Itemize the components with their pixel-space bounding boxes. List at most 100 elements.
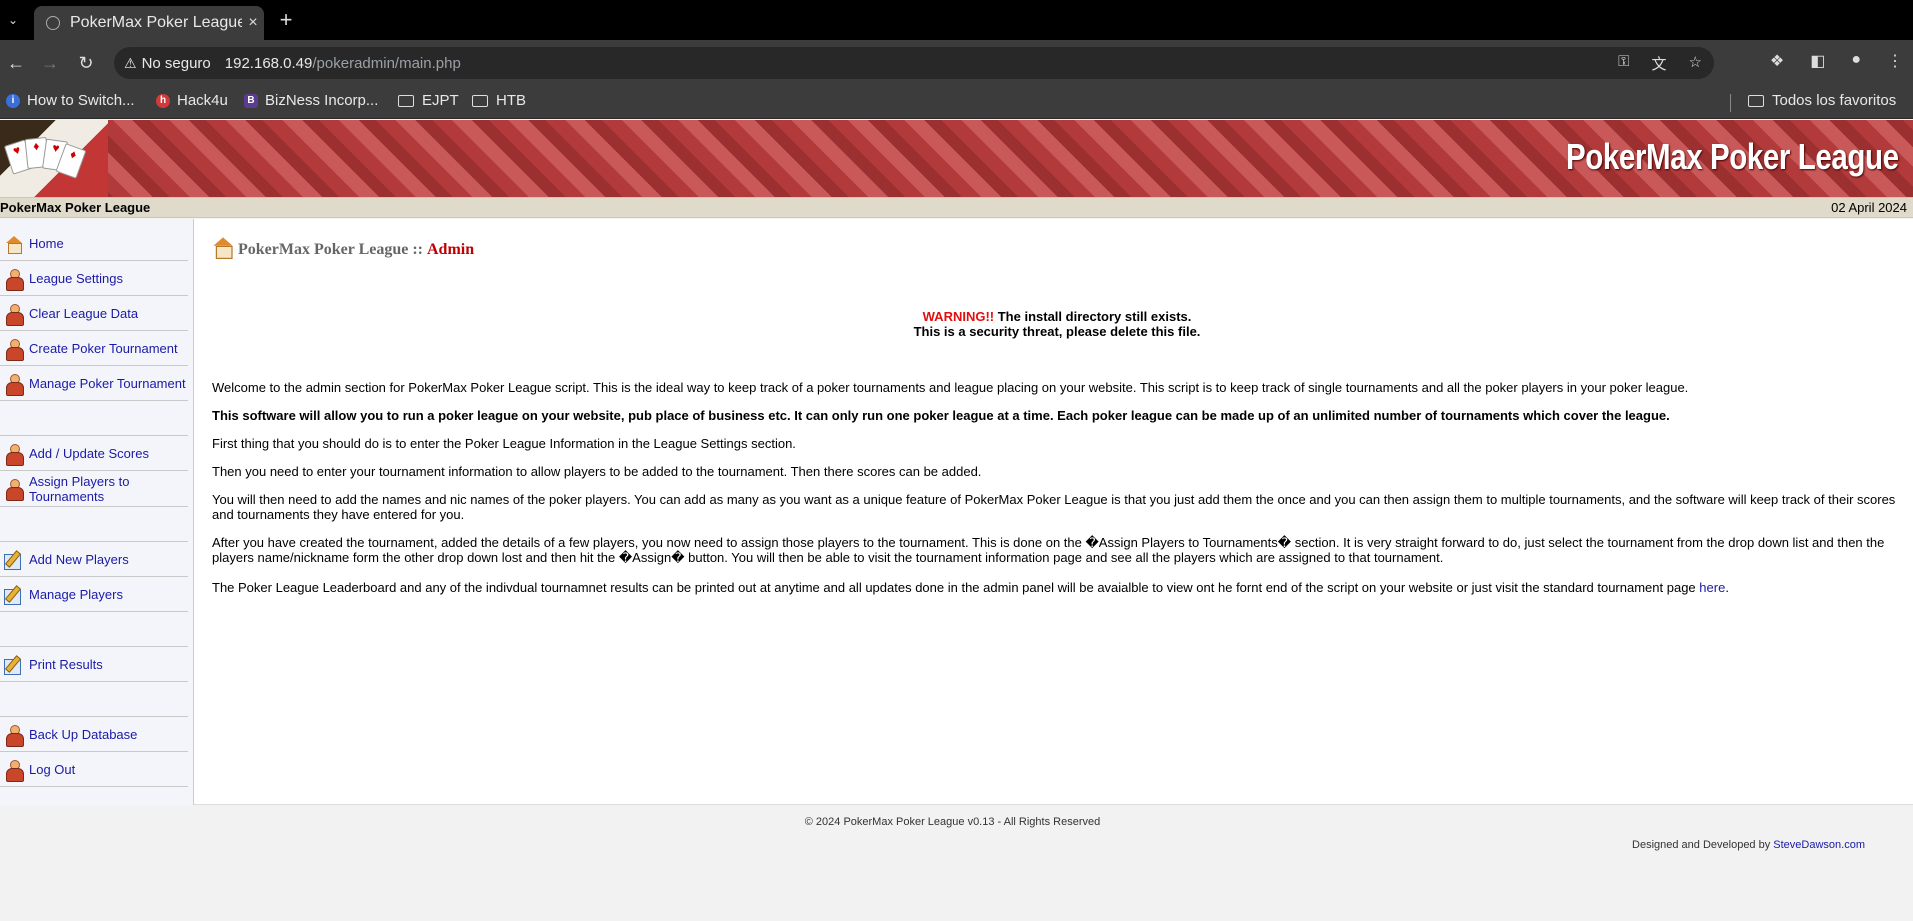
- designer-link[interactable]: SteveDawson.com: [1773, 839, 1865, 851]
- sidebar-item-log-out[interactable]: Log Out: [0, 753, 188, 787]
- bookmark-label: Todos los favoritos: [1772, 92, 1897, 109]
- url-host: 192.168.0.49: [224, 54, 313, 72]
- sidebar-item-add-update-scores[interactable]: Add / Update Scores: [0, 437, 188, 471]
- edit-icon: [4, 585, 24, 605]
- sidebar-link[interactable]: Back Up Database: [29, 727, 137, 742]
- sidebar-link[interactable]: League Settings: [29, 271, 123, 286]
- print-paragraph-end: .: [1725, 580, 1729, 595]
- key-icon[interactable]: ⚿: [1618, 53, 1629, 74]
- sidebar-item-print-results[interactable]: Print Results: [0, 648, 188, 682]
- user-icon: [5, 724, 24, 747]
- omnibox-actions: ⚿ 文 ☆: [1618, 53, 1702, 74]
- security-indicator[interactable]: ⚠ No seguro: [124, 55, 225, 72]
- bookmarks-bar: i How to Switch... h Hack4u B BizNess In…: [0, 86, 1913, 119]
- sidebar-item-home[interactable]: Home: [0, 227, 188, 261]
- sidebar-link[interactable]: Home: [29, 236, 64, 251]
- tournament-page-link[interactable]: here: [1699, 580, 1725, 595]
- edit-icon: [4, 655, 24, 675]
- sidebar-spacer: [0, 613, 188, 647]
- bookmark-item[interactable]: B BizNess Incorp...: [244, 92, 378, 109]
- poker-cards-image: ♥ ♦ ♥ ♦: [0, 120, 108, 197]
- warning-line2: This is a security threat, please delete…: [913, 324, 1201, 339]
- sidebar-item-league-settings[interactable]: League Settings: [0, 262, 188, 296]
- browser-tab[interactable]: PokerMax Poker League ×: [34, 6, 264, 40]
- bookmark-favicon-icon: h: [156, 93, 170, 108]
- forward-arrow-icon[interactable]: →: [38, 51, 62, 75]
- tab-search-chevron-icon[interactable]: ⌄: [2, 8, 24, 32]
- sidebar-link[interactable]: Print Results: [29, 657, 103, 672]
- banner-title: PokerMax Poker League: [1566, 136, 1899, 177]
- bookmark-folder[interactable]: HTB: [472, 92, 526, 109]
- profile-icon[interactable]: ●: [1851, 51, 1861, 71]
- url-path: /pokeradmin/main.php: [312, 54, 461, 72]
- folder-icon: [1748, 94, 1764, 107]
- print-paragraph-text: The Poker League Leaderboard and any of …: [212, 580, 1700, 595]
- reload-icon[interactable]: ↻: [74, 51, 98, 75]
- bookmark-favicon-icon: i: [6, 93, 20, 108]
- sidebar-link[interactable]: Manage Players: [29, 587, 123, 602]
- sidebar-item-add-new-players[interactable]: Add New Players: [0, 543, 188, 577]
- sidebar-item-manage-tournament[interactable]: Manage Poker Tournament: [0, 367, 188, 401]
- sidebar-link[interactable]: Create Poker Tournament: [29, 341, 178, 356]
- warning-line1: The install directory still exists.: [994, 309, 1192, 324]
- translate-icon[interactable]: 文: [1652, 53, 1667, 74]
- page-title-section: Admin: [427, 241, 475, 258]
- sidebar-link[interactable]: Add New Players: [29, 552, 129, 567]
- globe-icon: [46, 16, 60, 30]
- bookmark-label: BizNess Incorp...: [265, 92, 379, 109]
- edit-icon: [4, 550, 24, 570]
- site-name: PokerMax Poker League: [0, 200, 151, 215]
- warning-label: WARNING!!: [922, 309, 995, 324]
- user-icon: [5, 303, 24, 326]
- bookmark-folder[interactable]: EJPT: [398, 92, 459, 109]
- page-title-site: PokerMax Poker League ::: [238, 241, 423, 258]
- browser-toolbar: ← → ↻ ⚠ No seguro 192.168.0.49/pokeradmi…: [0, 40, 1913, 86]
- extensions-icon[interactable]: ❖: [1770, 51, 1784, 71]
- bookmark-label: Hack4u: [177, 92, 228, 109]
- home-icon: [5, 235, 23, 254]
- current-date: 02 April 2024: [1831, 200, 1907, 215]
- address-bar[interactable]: ⚠ No seguro 192.168.0.49/pokeradmin/main…: [114, 47, 1714, 79]
- all-bookmarks-folder[interactable]: Todos los favoritos: [1748, 92, 1896, 109]
- sidebar-item-manage-players[interactable]: Manage Players: [0, 578, 188, 612]
- new-tab-button[interactable]: +: [274, 7, 298, 32]
- sidebar-item-backup-database[interactable]: Back Up Database: [0, 718, 188, 752]
- browser-tab-bar: ⌄ PokerMax Poker League × +: [0, 0, 1913, 40]
- main-area: Home League Settings Clear League Data C…: [0, 219, 1913, 805]
- toolbar-right-icons: ❖ ◧ ● ⋮: [1770, 51, 1903, 71]
- user-icon: [5, 268, 24, 291]
- tab-close-icon[interactable]: ×: [242, 14, 264, 32]
- sidebar-link[interactable]: Manage Poker Tournament: [29, 376, 186, 391]
- bookmark-item[interactable]: h Hack4u: [156, 92, 228, 109]
- tab-title: PokerMax Poker League: [70, 14, 242, 31]
- intro-paragraph-bold: This software will allow you to run a po…: [212, 408, 1670, 423]
- bookmark-item[interactable]: i How to Switch...: [6, 92, 135, 109]
- sidebar-item-clear-league-data[interactable]: Clear League Data: [0, 297, 188, 331]
- site-banner: ♥ ♦ ♥ ♦ PokerMax Poker League: [0, 120, 1913, 197]
- admin-sidebar: Home League Settings Clear League Data C…: [0, 219, 194, 805]
- user-icon: [5, 373, 24, 396]
- sidebar-link[interactable]: Assign Players to Tournaments: [29, 474, 169, 504]
- security-label: No seguro: [141, 54, 211, 72]
- sidebar-link[interactable]: Add / Update Scores: [29, 446, 149, 461]
- bookmark-label: HTB: [496, 92, 526, 109]
- page-title: PokerMax Poker League :: Admin: [213, 237, 475, 260]
- side-panel-icon[interactable]: ◧: [1810, 51, 1825, 71]
- user-icon: [5, 759, 24, 782]
- instruction-paragraph: First thing that you should do is to ent…: [212, 436, 796, 451]
- sidebar-item-assign-players[interactable]: Assign Players to Tournaments: [0, 472, 188, 507]
- print-paragraph: The Poker League Leaderboard and any of …: [212, 580, 1902, 595]
- instruction-paragraph: Then you need to enter your tournament i…: [212, 464, 982, 479]
- sidebar-item-create-tournament[interactable]: Create Poker Tournament: [0, 332, 188, 366]
- install-warning: WARNING!! The install directory still ex…: [212, 309, 1902, 339]
- back-arrow-icon[interactable]: ←: [4, 51, 28, 75]
- star-icon[interactable]: ☆: [1689, 53, 1702, 74]
- admin-content: PokerMax Poker League :: Admin WARNING!!…: [212, 219, 1902, 805]
- bookmarks-separator: [1730, 94, 1731, 112]
- sidebar-link[interactable]: Log Out: [29, 762, 75, 777]
- menu-icon[interactable]: ⋮: [1887, 51, 1903, 71]
- intro-paragraph: Welcome to the admin section for PokerMa…: [212, 380, 1689, 395]
- footer-designed-by: Designed and Developed by: [1632, 839, 1774, 851]
- sidebar-link[interactable]: Clear League Data: [29, 306, 138, 321]
- bookmark-label: EJPT: [422, 92, 459, 109]
